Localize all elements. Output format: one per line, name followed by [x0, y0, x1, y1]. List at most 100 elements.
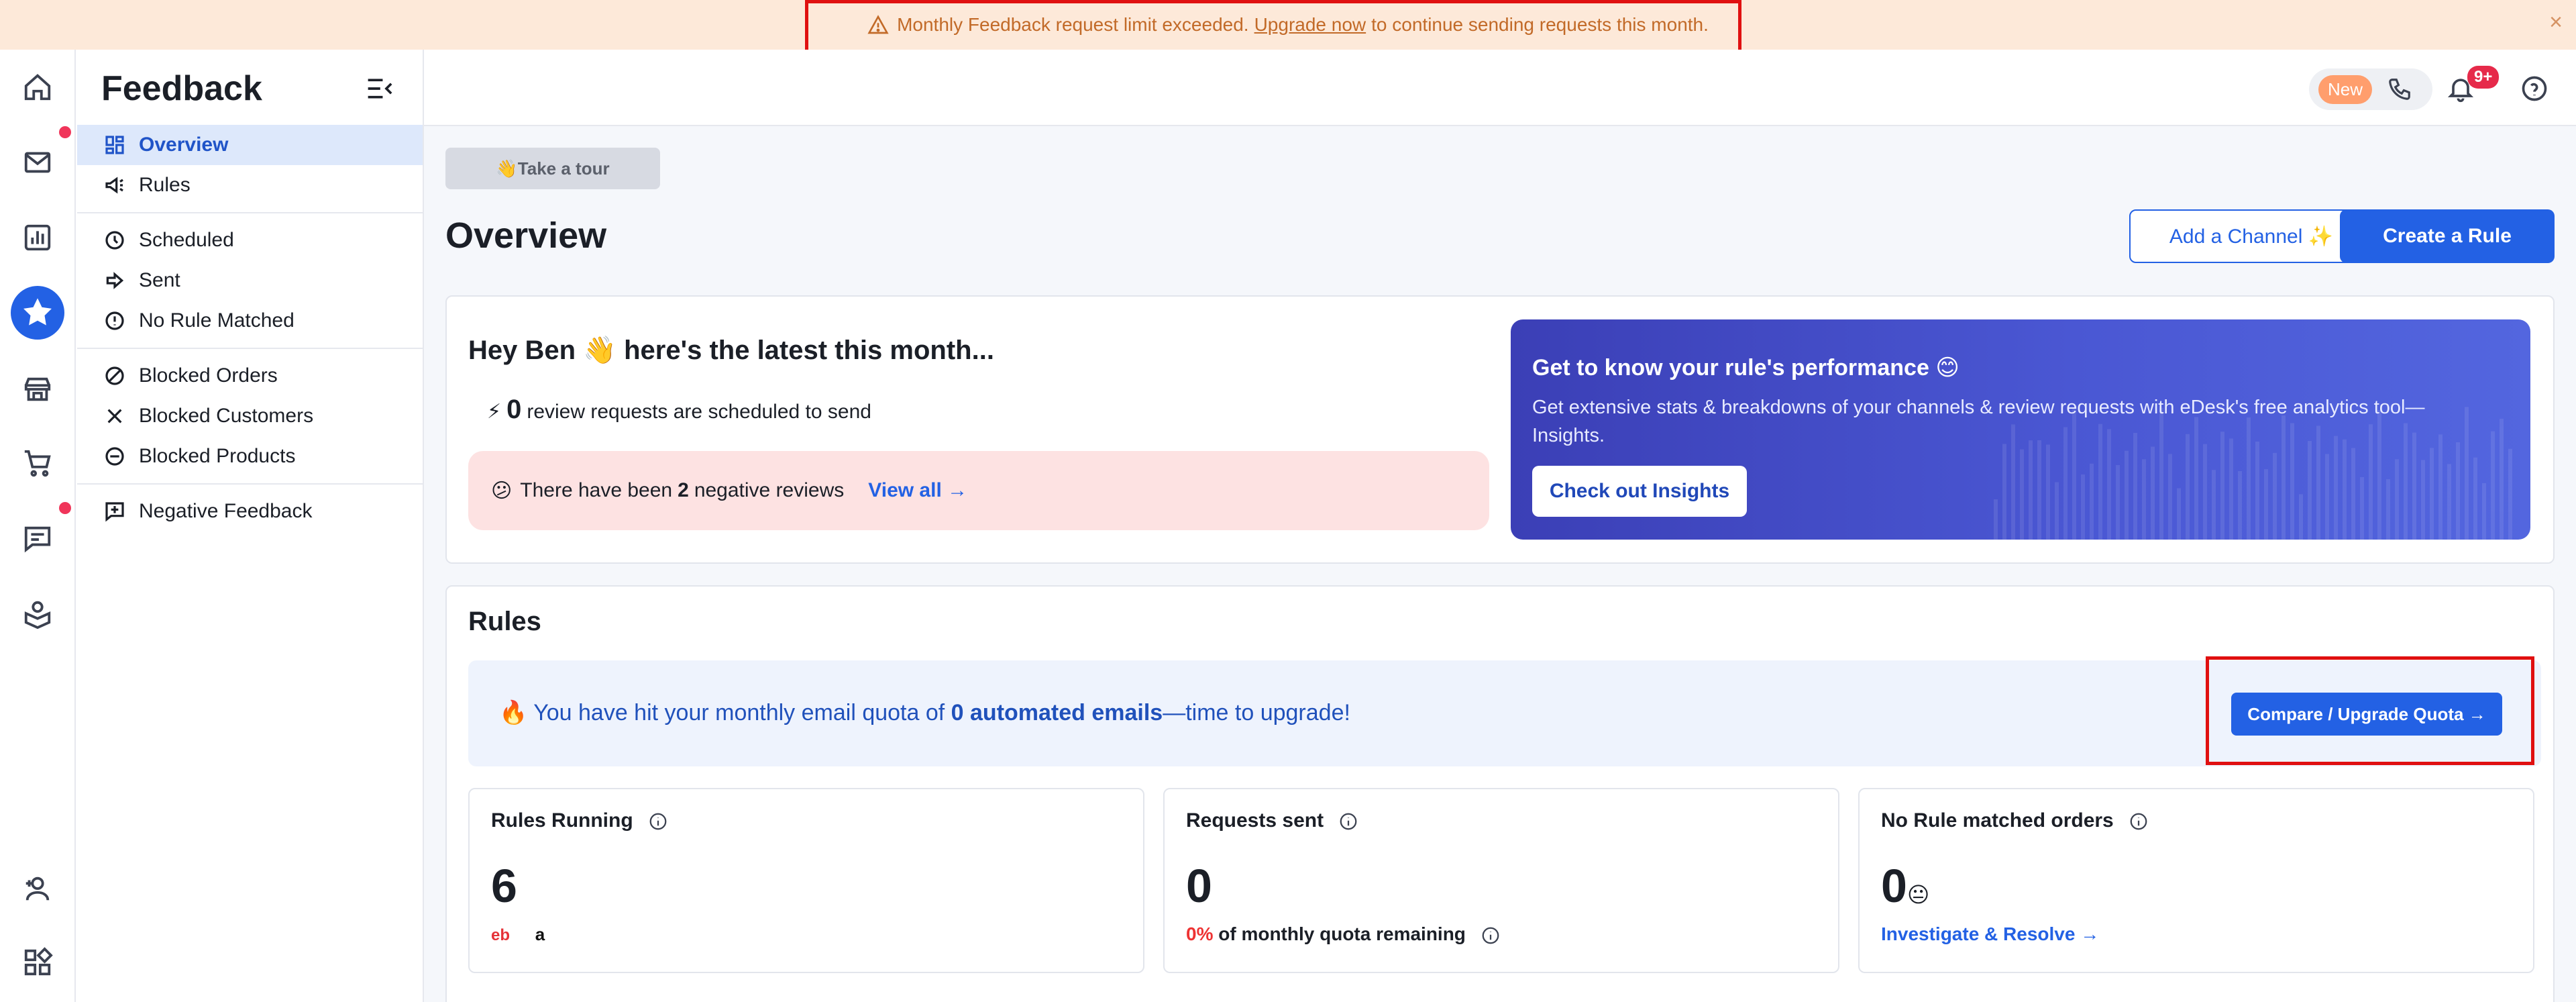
- negative-text-end: negative reviews: [694, 479, 845, 501]
- sidebar-item-label: Negative Feedback: [139, 500, 313, 522]
- knowledge-icon: [24, 601, 51, 629]
- decorative-bar: [2203, 444, 2207, 540]
- sidebar-item-blocked-customers[interactable]: Blocked Customers: [77, 396, 423, 436]
- stat-requests-sent: Requests sent 0 0% of monthly quota rema…: [1163, 788, 1839, 973]
- create-rule-button[interactable]: Create a Rule: [2340, 209, 2555, 263]
- collapse-sidebar-button[interactable]: [364, 75, 394, 105]
- sidebar-item-no-rule-matched[interactable]: No Rule Matched: [77, 301, 423, 341]
- sidebar-title: Feedback: [101, 69, 262, 108]
- decorative-bar: [2090, 463, 2094, 540]
- decorative-bar: [2395, 459, 2399, 540]
- decorative-bar: [2386, 479, 2390, 540]
- main-content: 👋Take a tour Overview Add a Channel ✨ Cr…: [424, 126, 2576, 1002]
- decorative-bar: [2299, 494, 2303, 540]
- decorative-bar: [2325, 454, 2329, 540]
- stat-title-text: Requests sent: [1186, 809, 1324, 832]
- star-icon: [23, 298, 52, 325]
- decorative-bar: [2456, 442, 2460, 540]
- upgrade-highlight-box: [2206, 656, 2534, 765]
- sidebar-item-negative-feedback[interactable]: Negative Feedback: [77, 491, 423, 532]
- negative-text-start: There have been: [520, 479, 673, 501]
- insights-title: Get to know your rule's performance 😊: [1532, 355, 1960, 381]
- mail-icon: [24, 152, 51, 173]
- megaphone-icon: [105, 177, 123, 194]
- decorative-bar: [2255, 441, 2259, 540]
- rail-apps[interactable]: [13, 938, 62, 987]
- sidebar-divider: [77, 483, 423, 485]
- sidebar-item-blocked-products[interactable]: Blocked Products: [77, 436, 423, 477]
- stat-title: No Rule matched orders: [1881, 809, 2149, 832]
- decorative-bar: [2020, 449, 2024, 540]
- rail-feedback[interactable]: [11, 286, 64, 340]
- stat-title: Requests sent: [1186, 809, 1358, 832]
- sidebar-item-label: No Rule Matched: [139, 309, 294, 332]
- minus-circle-icon: [105, 447, 124, 466]
- arrow-right-icon: [106, 272, 124, 289]
- store-icon: [24, 377, 51, 401]
- rail-chat[interactable]: [13, 514, 62, 562]
- rail-home[interactable]: [13, 63, 62, 111]
- stat-value: 0😐: [1881, 859, 1929, 913]
- feedback-plus-icon: [105, 502, 124, 522]
- quota-message: 🔥 You have hit your monthly email quota …: [499, 699, 1350, 726]
- quota-amount: 0 automated emails: [951, 700, 1163, 725]
- info-icon[interactable]: [2129, 811, 2149, 832]
- rail-add-user[interactable]: [13, 864, 62, 913]
- info-icon[interactable]: [1481, 925, 1501, 946]
- confused-face-icon: 😕: [491, 479, 513, 502]
- sidebar-item-rules[interactable]: Rules: [77, 165, 423, 205]
- amazon-logo: a: [535, 924, 545, 944]
- sidebar-item-label: Overview: [139, 134, 229, 156]
- quota-percent: 0%: [1186, 923, 1214, 944]
- investigate-resolve-link[interactable]: Investigate & Resolve →: [1881, 923, 2099, 945]
- quota-remaining-text: of monthly quota remaining: [1218, 923, 1466, 944]
- rail-knowledge[interactable]: [13, 589, 62, 638]
- clock-icon: [105, 231, 124, 250]
- summary-card: Hey Ben 👋 here's the latest this month..…: [445, 295, 2555, 564]
- rail-cart[interactable]: [13, 439, 62, 487]
- page-title: Overview: [445, 215, 607, 256]
- sidebar-item-overview[interactable]: Overview: [77, 125, 423, 165]
- decorative-bar: [2491, 431, 2495, 540]
- insights-promo-card: Get to know your rule's performance 😊 Ge…: [1511, 319, 2530, 540]
- view-all-link[interactable]: View all →: [868, 479, 967, 502]
- rules-card: Rules 🔥 You have hit your monthly email …: [445, 585, 2555, 1002]
- rail-analytics[interactable]: [13, 213, 62, 262]
- overview-icon: [105, 136, 124, 154]
- rail-mail[interactable]: [13, 138, 62, 187]
- sidebar-item-label: Blocked Orders: [139, 364, 278, 387]
- ebay-logo: eb: [491, 926, 511, 944]
- sidebar-item-label: Scheduled: [139, 229, 234, 251]
- take-a-tour-button[interactable]: 👋Take a tour: [445, 148, 660, 189]
- sidebar-item-blocked-orders[interactable]: Blocked Orders: [77, 356, 423, 396]
- new-phone-toggle[interactable]: New: [2309, 68, 2432, 110]
- decorative-bar: [2177, 488, 2181, 540]
- block-icon: [105, 366, 124, 385]
- info-icon[interactable]: [1338, 811, 1358, 832]
- scheduled-text: review requests are scheduled to send: [527, 401, 871, 423]
- scheduled-count: 0: [506, 395, 522, 424]
- rail-store[interactable]: [13, 365, 62, 413]
- scheduled-summary: ⚡ 0 review requests are scheduled to send: [487, 395, 871, 425]
- help-button[interactable]: [2520, 74, 2549, 103]
- chat-icon: [24, 526, 51, 553]
- negative-reviews-notice: 😕 There have been 2 negative reviews Vie…: [468, 451, 1489, 530]
- decorative-bar: [2168, 454, 2172, 540]
- add-channel-button[interactable]: Add a Channel ✨: [2129, 209, 2373, 263]
- sidebar-item-label: Sent: [139, 269, 180, 291]
- sidebar-item-sent[interactable]: Sent: [77, 260, 423, 301]
- sidebar-item-scheduled[interactable]: Scheduled: [77, 220, 423, 260]
- decorative-bar: [2142, 459, 2146, 540]
- info-icon[interactable]: [648, 811, 668, 832]
- decorative-bar: [2037, 440, 2041, 540]
- lightning-icon: ⚡: [487, 401, 502, 423]
- banner-close-icon[interactable]: ×: [2549, 9, 2563, 36]
- decorative-bar: [2151, 446, 2155, 540]
- decorative-bar: [2308, 441, 2312, 540]
- decorative-bar: [2473, 457, 2477, 540]
- decorative-bar: [2500, 418, 2504, 540]
- decorative-bar: [2351, 448, 2355, 540]
- channel-logos: eb a: [491, 923, 545, 945]
- app-root: Monthly Feedback request limit exceeded.…: [0, 0, 2576, 1002]
- check-out-insights-button[interactable]: Check out Insights: [1532, 466, 1747, 517]
